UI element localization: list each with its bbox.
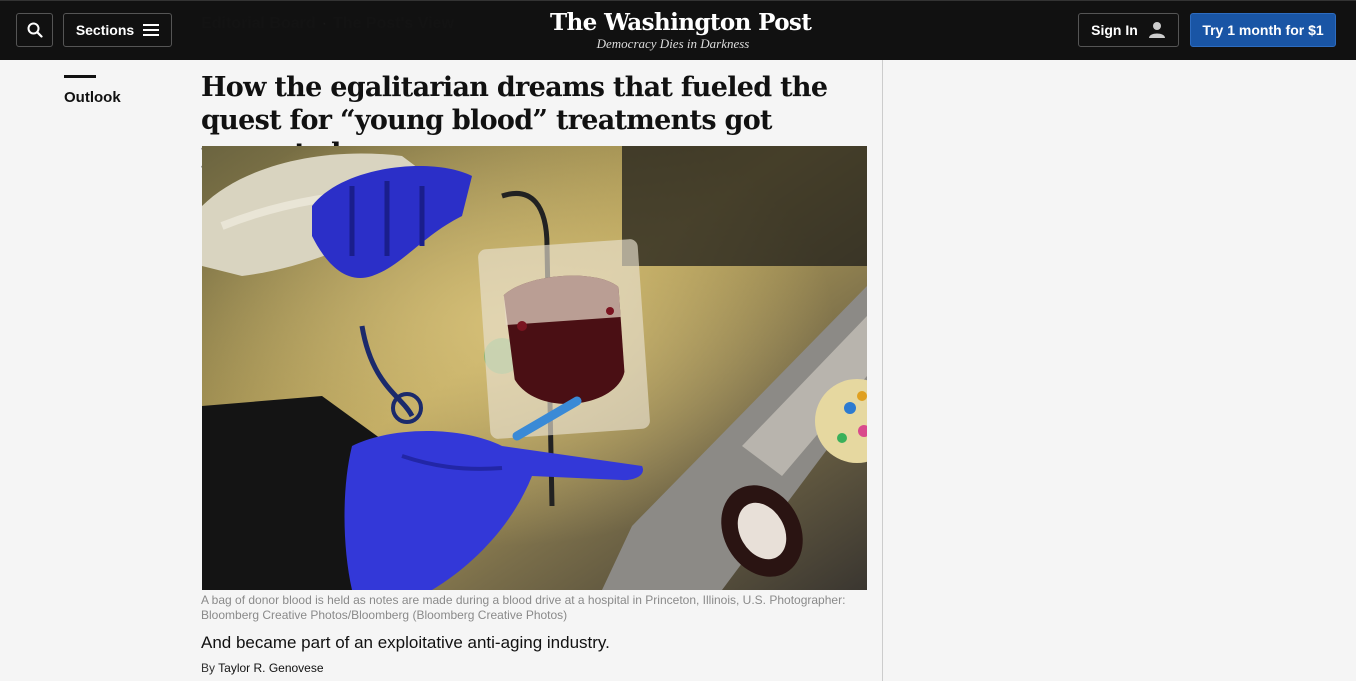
masthead-slogan: Democracy Dies in Darkness bbox=[596, 36, 750, 51]
sections-label: Sections bbox=[75, 22, 135, 38]
hamburger-menu-icon bbox=[143, 24, 160, 36]
kicker-accent-bar bbox=[64, 75, 96, 78]
user-icon bbox=[1148, 22, 1165, 38]
search-button[interactable] bbox=[16, 13, 53, 47]
masthead-name: The Washington Post bbox=[550, 9, 812, 36]
blood-bag-photo bbox=[202, 146, 867, 590]
sections-button[interactable]: Sections bbox=[63, 13, 172, 47]
breadcrumb-separator: · bbox=[321, 15, 328, 32]
sign-in-label: Sign In bbox=[1091, 22, 1138, 38]
breadcrumb: Editorial Board · The Post's View bbox=[201, 15, 454, 33]
section-kicker[interactable]: Outlook bbox=[64, 89, 121, 106]
trial-label: Try 1 month for $1 bbox=[1202, 22, 1324, 38]
subscribe-trial-button[interactable]: Try 1 month for $1 bbox=[1190, 13, 1336, 47]
photo-caption: A bag of donor blood is held as notes ar… bbox=[201, 593, 846, 622]
byline-prefix: By bbox=[201, 661, 216, 675]
breadcrumb-item-posts-view[interactable]: The Post's View bbox=[333, 15, 454, 32]
search-icon bbox=[27, 22, 43, 38]
masthead-logo[interactable]: The Washington Post Democracy Dies in Da… bbox=[550, 9, 812, 52]
article-dek: And became part of an exploitative anti-… bbox=[201, 633, 610, 652]
sign-in-button[interactable]: Sign In bbox=[1078, 13, 1179, 47]
breadcrumb-item-editorial-board[interactable]: Editorial Board bbox=[201, 15, 316, 32]
lead-photo bbox=[202, 146, 867, 590]
byline: By Taylor R. Genovese bbox=[201, 661, 324, 675]
author-link[interactable]: Taylor R. Genovese bbox=[218, 661, 323, 675]
column-divider bbox=[882, 60, 883, 681]
